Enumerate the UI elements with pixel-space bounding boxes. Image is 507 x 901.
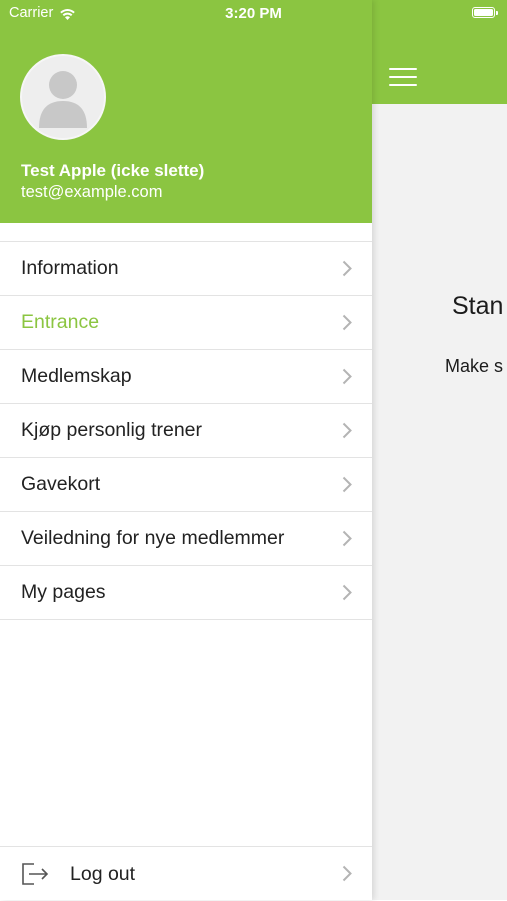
main-screen: Stan Make s — [372, 0, 507, 900]
logout-label: Log out — [70, 863, 136, 885]
side-drawer: Carrier Test Apple (icke slette) test@ex… — [0, 0, 372, 900]
chevron-right-icon — [342, 530, 352, 547]
menu-item-gift-card[interactable]: Gavekort — [0, 458, 372, 512]
menu-item-information[interactable]: Information — [0, 242, 372, 296]
chevron-right-icon — [342, 865, 352, 882]
menu-item-medlemskap[interactable]: Medlemskap — [0, 350, 372, 404]
menu-item-label: My pages — [21, 581, 106, 603]
menu-item-label: Veiledning for nye medlemmer — [21, 527, 285, 549]
chevron-right-icon — [342, 260, 352, 277]
menu-item-personal-trainer[interactable]: Kjøp personlig trener — [0, 404, 372, 458]
menu-item-new-member-guide[interactable]: Veiledning for nye medlemmer — [0, 512, 372, 566]
menu-item-label: Entrance — [21, 311, 100, 333]
drawer-menu: Information Entrance Medlemskap Kjøp per… — [0, 241, 372, 620]
menu-item-label: Information — [21, 257, 119, 279]
main-text: Make s — [445, 356, 504, 376]
hamburger-menu-icon[interactable] — [389, 68, 417, 88]
user-name: Test Apple (icke slette) — [21, 161, 205, 180]
logout-icon — [22, 863, 49, 885]
user-email: test@example.com — [21, 183, 163, 201]
menu-item-entrance[interactable]: Entrance — [0, 296, 372, 350]
chevron-right-icon — [342, 476, 352, 493]
chevron-right-icon — [342, 584, 352, 601]
menu-item-label: Medlemskap — [21, 365, 132, 387]
menu-item-label: Kjøp personlig trener — [21, 419, 203, 441]
logout-button[interactable]: Log out — [0, 846, 372, 901]
avatar-placeholder-icon — [39, 71, 87, 128]
main-title: Stan — [452, 292, 504, 320]
avatar[interactable] — [20, 54, 106, 140]
status-time: 3:20 PM — [225, 5, 282, 22]
drawer-header: Carrier Test Apple (icke slette) test@ex… — [0, 0, 372, 223]
chevron-right-icon — [342, 314, 352, 331]
chevron-right-icon — [342, 368, 352, 385]
chevron-right-icon — [342, 422, 352, 439]
menu-item-my-pages[interactable]: My pages — [0, 566, 372, 620]
menu-item-label: Gavekort — [21, 473, 101, 495]
